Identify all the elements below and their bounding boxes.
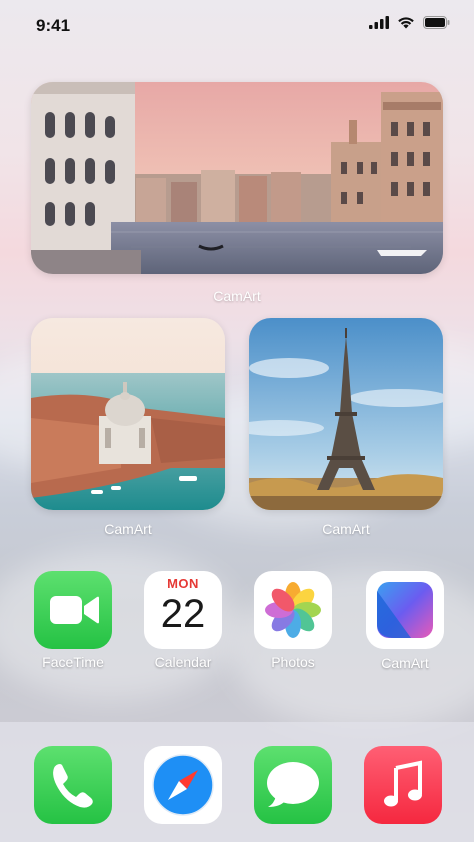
venice-aerial-photo [31,318,225,510]
status-time: 9:41 [36,16,71,35]
music-app[interactable] [364,746,442,824]
messages-icon [267,762,319,807]
camart-widget-venice-canal[interactable] [31,82,443,274]
calendar-icon: MON 22 [144,571,222,649]
camart-widget-venice-aerial[interactable] [31,318,225,510]
camart-label: CamArt [381,655,429,671]
wifi-icon [398,17,414,29]
calendar-day: 22 [160,592,206,636]
phone-app[interactable] [34,746,112,824]
music-icon [384,760,422,807]
calendar-label: Calendar [154,654,212,670]
cellular-signal-icon [369,16,389,29]
camart-widget-eiffel-tower[interactable] [249,318,443,510]
widget-label-eiffel-tower: CamArt [322,521,370,537]
status-bar: 9:41 [0,0,474,54]
venice-canal-photo [31,82,443,274]
messages-app[interactable] [254,746,332,824]
calendar-app[interactable]: MON 22 [144,571,222,649]
safari-app[interactable] [144,746,222,824]
facetime-icon [50,596,99,624]
photos-icon [265,582,321,638]
facetime-label: FaceTime [42,654,104,670]
eiffel-tower-photo [249,318,443,510]
facetime-app[interactable] [34,571,112,649]
camart-app[interactable] [366,571,444,649]
photos-label: Photos [271,654,315,670]
dock [0,722,474,842]
safari-icon [152,754,214,816]
calendar-month: MON [167,576,199,591]
widget-label-venice-aerial: CamArt [104,521,152,537]
widget-label-venice-canal: CamArt [213,288,261,304]
phone-icon [53,764,93,808]
battery-icon [423,16,450,29]
camart-icon [377,582,433,638]
photos-app[interactable] [254,571,332,649]
